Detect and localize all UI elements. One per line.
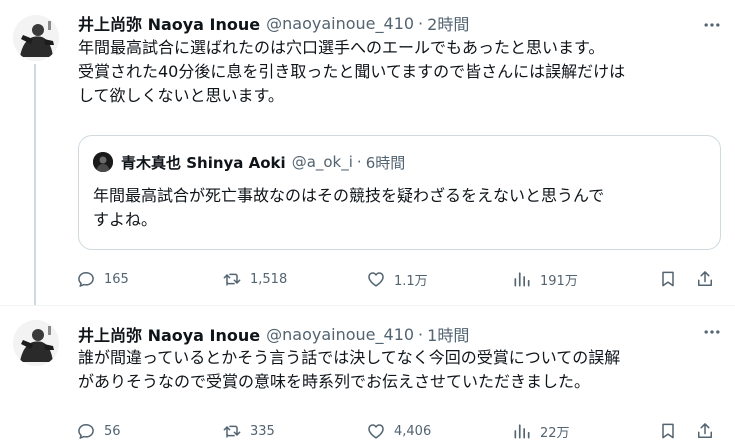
retweet-icon	[223, 425, 241, 438]
tweet-text-line: 誰が間違っているとかそう言う話では決してなく今回の受賞についての誤解	[78, 348, 621, 367]
more-icon[interactable]	[701, 321, 723, 343]
quoted-tweet[interactable]: 青木真也 Shinya Aoki @a_ok_i · 6時間 年間最高試合が死亡…	[78, 135, 721, 250]
thread-connector-line	[34, 64, 36, 305]
like-button[interactable]: 4,406	[366, 414, 431, 448]
bookmark-button[interactable]	[658, 262, 678, 296]
author-handle[interactable]: @naoyainoue_410	[266, 325, 414, 344]
reply-icon	[78, 272, 94, 287]
tweet-actions: 56 335 4,406 22万	[72, 414, 723, 448]
separator: ·	[356, 153, 362, 171]
tweet-1[interactable]: 井上尚弥 Naoya Inoue @naoyainoue_410 · 2時間 年…	[0, 0, 735, 305]
author-handle[interactable]: @naoyainoue_410	[266, 14, 414, 33]
quote-text-line: 年間最高試合が死亡事故なのはその競技を疑わざるをえないと思うんで	[93, 186, 605, 205]
reply-count: 165	[104, 271, 129, 287]
tweet-2[interactable]: 井上尚弥 Naoya Inoue @naoyainoue_410 · 1時間 誰…	[0, 305, 735, 448]
tweet-header: 井上尚弥 Naoya Inoue @naoyainoue_410 · 2時間	[78, 11, 469, 35]
more-icon[interactable]	[701, 14, 723, 36]
quote-author-name: 青木真也 Shinya Aoki	[121, 153, 286, 172]
quote-text-line: すよね。	[93, 210, 158, 229]
heart-icon	[368, 272, 384, 287]
tweet-text: 誰が間違っているとかそう言う話では決してなく今回の受賞についての誤解 がありそう…	[78, 346, 720, 394]
views-icon	[514, 272, 530, 287]
retweet-icon	[223, 273, 241, 286]
reply-button[interactable]: 165	[76, 262, 129, 296]
separator: ·	[418, 324, 424, 344]
avatar[interactable]	[13, 15, 59, 61]
heart-icon	[368, 424, 384, 439]
tweet-header: 井上尚弥 Naoya Inoue @naoyainoue_410 · 1時間	[78, 322, 469, 346]
separator: ·	[418, 13, 424, 33]
views-button[interactable]: 22万	[512, 414, 570, 448]
tweet-text: 年間最高試合に選ばれたのは穴口選手へのエールでもあったと思います。 受賞された4…	[78, 36, 720, 108]
share-button[interactable]	[695, 262, 715, 296]
share-button[interactable]	[695, 414, 715, 448]
author-name[interactable]: 井上尚弥 Naoya Inoue	[78, 11, 260, 35]
quote-text: 年間最高試合が死亡事故なのはその競技を疑わざるをえないと思うんで すよね。	[93, 184, 705, 232]
retweet-count: 1,518	[250, 271, 288, 287]
tweet-actions: 165 1,518 1.1万 191万	[72, 262, 723, 296]
retweet-count: 335	[250, 423, 275, 439]
author-name[interactable]: 井上尚弥 Naoya Inoue	[78, 322, 260, 346]
like-count: 4,406	[394, 423, 432, 439]
tweet-text-line: して欲しくないと思います。	[78, 86, 284, 105]
tweet-text-line: 受賞された40分後に息を引き取ったと聞いてますので皆さんには誤解だけは	[78, 62, 626, 81]
view-count: 22万	[540, 425, 570, 441]
reply-button[interactable]: 56	[76, 414, 121, 448]
retweet-button[interactable]: 1,518	[222, 262, 287, 296]
bookmark-icon	[662, 271, 674, 287]
tweet-text-line: 年間最高試合に選ばれたのは穴口選手へのエールでもあったと思います。	[78, 38, 605, 57]
quote-author-handle: @a_ok_i	[291, 153, 353, 171]
tweet-text-line: がありそうなので受賞の意味を時系列でお伝えさせていただきました。	[78, 372, 591, 391]
quote-avatar	[93, 152, 113, 172]
reply-icon	[78, 424, 94, 439]
quote-timestamp: 6時間	[365, 153, 406, 172]
view-count: 191万	[540, 273, 578, 289]
share-icon	[698, 271, 712, 286]
avatar[interactable]	[13, 320, 59, 366]
like-button[interactable]: 1.1万	[366, 262, 428, 296]
timestamp[interactable]: 1時間	[427, 322, 469, 346]
share-icon	[698, 423, 712, 438]
quote-header: 青木真也 Shinya Aoki @a_ok_i · 6時間	[121, 151, 405, 173]
retweet-button[interactable]: 335	[222, 414, 275, 448]
views-button[interactable]: 191万	[512, 262, 578, 296]
like-count: 1.1万	[394, 273, 428, 289]
timestamp[interactable]: 2時間	[427, 11, 469, 35]
bookmark-icon	[662, 423, 674, 439]
views-icon	[514, 424, 530, 439]
reply-count: 56	[104, 423, 121, 439]
bookmark-button[interactable]	[658, 414, 678, 448]
